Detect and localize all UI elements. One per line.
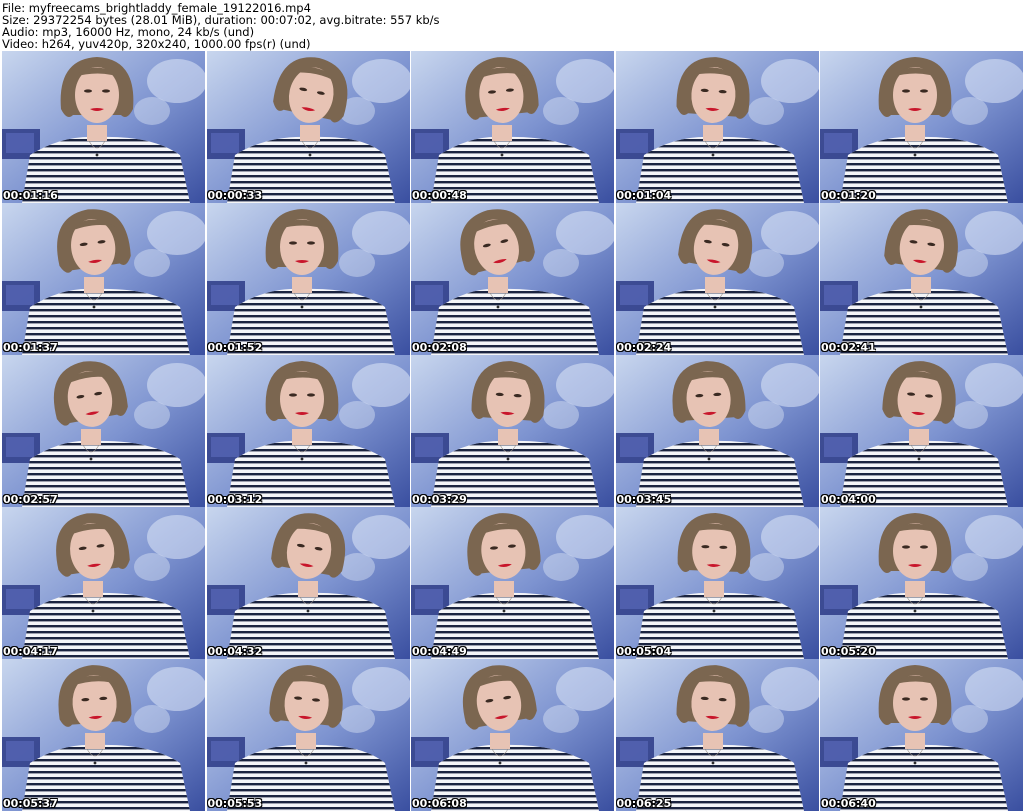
webcam-frame-image bbox=[615, 355, 819, 507]
webcam-frame-image bbox=[820, 51, 1023, 203]
webcam-frame-image bbox=[615, 203, 819, 355]
video-thumbnail: 00:02:41 bbox=[820, 203, 1023, 355]
webcam-frame-image bbox=[615, 659, 819, 811]
timestamp-label: 00:02:57 bbox=[3, 493, 58, 506]
webcam-frame-image bbox=[206, 659, 410, 811]
webcam-frame-image bbox=[2, 203, 205, 355]
video-thumbnail: 00:05:37 bbox=[2, 659, 205, 811]
video-thumbnail: 00:03:45 bbox=[615, 355, 819, 507]
timestamp-label: 00:02:24 bbox=[616, 341, 672, 354]
timestamp-label: 00:01:52 bbox=[207, 341, 263, 354]
timestamp-label: 00:05:20 bbox=[821, 645, 876, 658]
timestamp-label: 00:06:08 bbox=[412, 797, 467, 810]
video-thumbnail: 00:01:37 bbox=[2, 203, 205, 355]
timestamp-label: 00:01:04 bbox=[616, 189, 672, 202]
webcam-frame-image bbox=[820, 203, 1023, 355]
timestamp-label: 00:06:40 bbox=[821, 797, 876, 810]
video-info-line: Video: h264, yuv420p, 320x240, 1000.00 f… bbox=[2, 37, 311, 51]
timestamp-label: 00:04:32 bbox=[207, 645, 263, 658]
timestamp-label: 00:03:45 bbox=[616, 493, 672, 506]
timestamp-label: 00:01:20 bbox=[821, 189, 876, 202]
video-thumbnail: 00:02:08 bbox=[411, 203, 614, 355]
video-thumbnail: 00:05:20 bbox=[820, 507, 1023, 659]
video-thumbnail: 00:04:32 bbox=[206, 507, 410, 659]
video-thumbnail: 00:01:16 bbox=[2, 51, 205, 203]
timestamp-label: 00:04:00 bbox=[821, 493, 876, 506]
video-thumbnail: 00:04:49 bbox=[411, 507, 614, 659]
timestamp-label: 00:03:29 bbox=[412, 493, 467, 506]
video-thumbnail: 00:03:29 bbox=[411, 355, 614, 507]
webcam-frame-image bbox=[411, 659, 614, 811]
thumbnail-grid: 00:01:16 00:00:33 00:00:48 00:01:04 00:0… bbox=[2, 51, 1023, 811]
video-thumbnail: 00:06:25 bbox=[615, 659, 819, 811]
webcam-frame-image bbox=[820, 659, 1023, 811]
timestamp-label: 00:05:53 bbox=[207, 797, 263, 810]
video-thumbnail: 00:06:40 bbox=[820, 659, 1023, 811]
webcam-frame-image bbox=[2, 507, 205, 659]
video-thumbnail: 00:05:53 bbox=[206, 659, 410, 811]
timestamp-label: 00:04:17 bbox=[3, 645, 58, 658]
webcam-frame-image bbox=[411, 507, 614, 659]
timestamp-label: 00:01:37 bbox=[3, 341, 58, 354]
timestamp-label: 00:03:12 bbox=[207, 493, 263, 506]
webcam-frame-image bbox=[206, 51, 410, 203]
webcam-frame-image bbox=[206, 203, 410, 355]
video-thumbnail: 00:04:17 bbox=[2, 507, 205, 659]
file-info-header: File: myfreecams_brightladdy_female_1912… bbox=[2, 2, 1022, 50]
timestamp-label: 00:00:48 bbox=[412, 189, 467, 202]
video-thumbnail: 00:02:57 bbox=[2, 355, 205, 507]
webcam-frame-image bbox=[206, 355, 410, 507]
webcam-frame-image bbox=[2, 355, 205, 507]
timestamp-label: 00:05:37 bbox=[3, 797, 58, 810]
video-thumbnail: 00:01:52 bbox=[206, 203, 410, 355]
webcam-frame-image bbox=[411, 355, 614, 507]
webcam-frame-image bbox=[411, 51, 614, 203]
webcam-frame-image bbox=[615, 507, 819, 659]
video-thumbnail: 00:05:04 bbox=[615, 507, 819, 659]
timestamp-label: 00:00:33 bbox=[207, 189, 263, 202]
timestamp-label: 00:02:41 bbox=[821, 341, 876, 354]
video-thumbnail: 00:01:04 bbox=[615, 51, 819, 203]
timestamp-label: 00:06:25 bbox=[616, 797, 672, 810]
webcam-frame-image bbox=[820, 507, 1023, 659]
video-thumbnail: 00:00:48 bbox=[411, 51, 614, 203]
timestamp-label: 00:05:04 bbox=[616, 645, 672, 658]
timestamp-label: 00:01:16 bbox=[3, 189, 58, 202]
timestamp-label: 00:02:08 bbox=[412, 341, 467, 354]
video-thumbnail: 00:01:20 bbox=[820, 51, 1023, 203]
webcam-frame-image bbox=[820, 355, 1023, 507]
video-thumbnail: 00:06:08 bbox=[411, 659, 614, 811]
webcam-frame-image bbox=[206, 507, 410, 659]
video-thumbnail: 00:02:24 bbox=[615, 203, 819, 355]
video-thumbnail: 00:03:12 bbox=[206, 355, 410, 507]
video-thumbnail: 00:04:00 bbox=[820, 355, 1023, 507]
webcam-frame-image bbox=[615, 51, 819, 203]
timestamp-label: 00:04:49 bbox=[412, 645, 467, 658]
video-thumbnail: 00:00:33 bbox=[206, 51, 410, 203]
webcam-frame-image bbox=[411, 203, 614, 355]
webcam-frame-image bbox=[2, 51, 205, 203]
webcam-frame-image bbox=[2, 659, 205, 811]
